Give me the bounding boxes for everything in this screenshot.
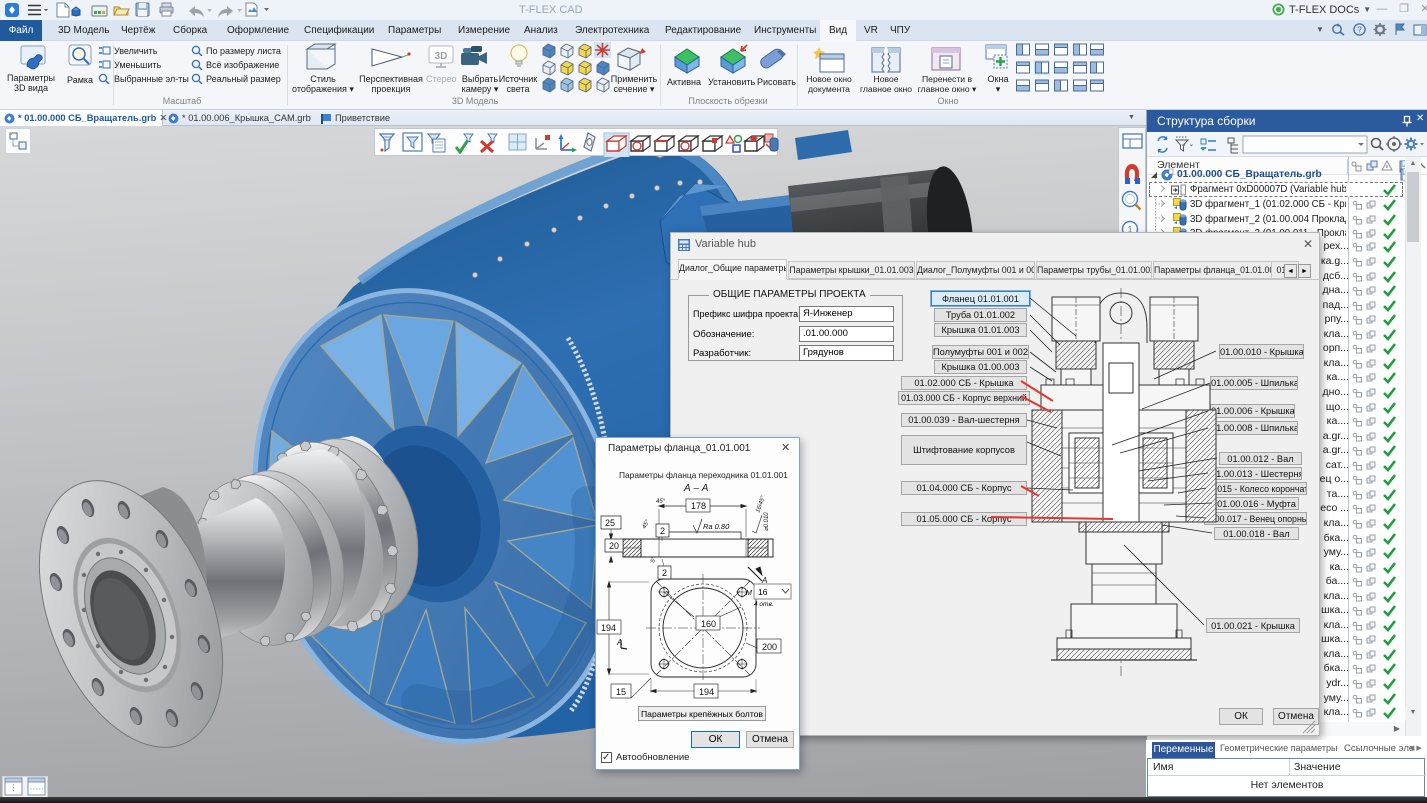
svg-text:?: ? [1357, 25, 1362, 35]
svg-text:25: 25 [605, 518, 615, 528]
svg-text:А: А [616, 638, 622, 647]
svg-text:2: 2 [660, 526, 665, 536]
svg-text:160: 160 [701, 619, 716, 629]
svg-text:45°: 45° [642, 519, 652, 530]
svg-text:194: 194 [601, 623, 616, 633]
svg-text:2: 2 [662, 568, 667, 578]
svg-text:4 отв.: 4 отв. [754, 601, 774, 608]
svg-text:178: 178 [691, 501, 706, 511]
svg-text:194: 194 [699, 687, 714, 697]
svg-text:16: 16 [758, 587, 768, 597]
svg-text:20: 20 [609, 541, 619, 551]
svg-text:M: M [746, 590, 752, 597]
svg-text:Ra 0.80: Ra 0.80 [703, 522, 730, 531]
svg-text:200: 200 [762, 642, 777, 652]
svg-text:3D: 3D [435, 51, 448, 62]
svg-text:16í45°: 16í45° [755, 495, 767, 514]
svg-text:45°: 45° [656, 499, 666, 505]
svg-text:15: 15 [616, 687, 626, 697]
svg-text:⌀0.010: ⌀0.010 [764, 512, 770, 531]
